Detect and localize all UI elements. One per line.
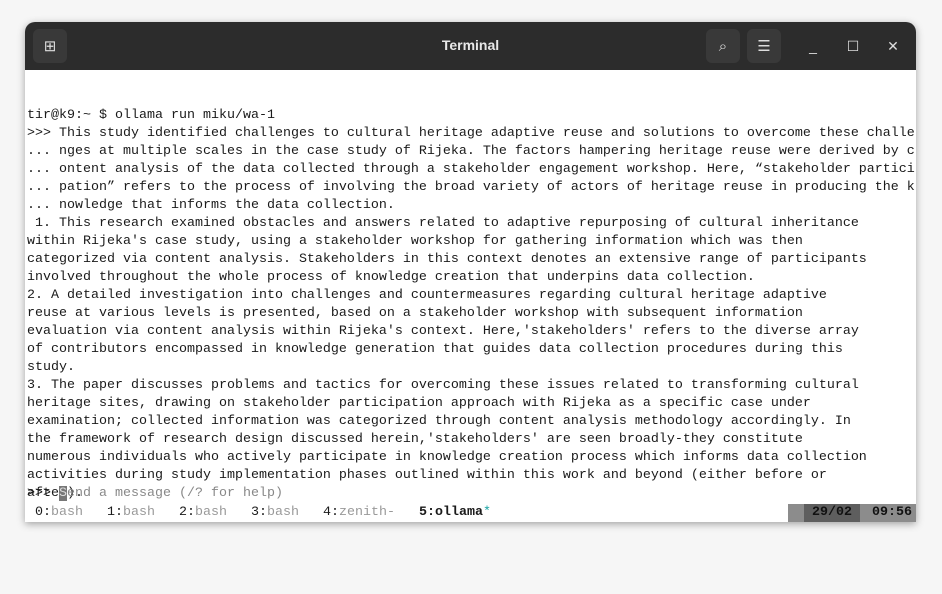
output-line: heritage sites, drawing on stakeholder p… [27, 396, 811, 411]
output-line: examination; collected information was c… [27, 414, 851, 429]
output-line: the framework of research design discuss… [27, 432, 803, 447]
output-line: numerous individuals who actively partic… [27, 450, 867, 465]
terminal-output[interactable]: tir@k9:~ $ ollama run miku/wa-1 >>> This … [27, 71, 916, 522]
tmux-window-tab[interactable]: 5:ollama* [419, 504, 491, 522]
output-line: >>> This study identified challenges to … [27, 126, 915, 141]
active-flag: * [483, 505, 491, 520]
tmux-window-tab[interactable]: 2:bash [179, 504, 227, 522]
search-button[interactable]: ⌕ [706, 29, 740, 63]
tab-label: bash [123, 505, 155, 520]
tmux-window-tab[interactable]: 1:bash [107, 504, 155, 522]
output-line: tir@k9:~ $ ollama run miku/wa-1 [27, 108, 275, 123]
tmux-window-tab[interactable]: 0:bash [35, 504, 83, 522]
minimize-button[interactable]: _ [803, 36, 823, 56]
output-line: ... pation” refers to the process of inv… [27, 180, 915, 195]
input-placeholder: end a message (/? for help) [67, 486, 283, 501]
tab-number: 3: [251, 505, 267, 520]
cursor: S [59, 486, 67, 501]
output-line: 2. A detailed investigation into challen… [27, 288, 827, 303]
maximize-button[interactable]: ☐ [843, 36, 863, 56]
tab-label: bash [195, 505, 227, 520]
tab-number: 2: [179, 505, 195, 520]
output-line: ... nowledge that informs the data colle… [27, 198, 395, 213]
output-line: of contributors encompassed in knowledge… [27, 342, 843, 357]
window-title: Terminal [441, 37, 500, 53]
output-line: reuse at various levels is presented, ba… [27, 306, 803, 321]
tmux-status-bar: 0:bash 1:bash 2:bash 3:bash 4:zenith- 5:ollam… [27, 504, 916, 522]
input-line[interactable]: >>> Send a message (/? for help) [27, 485, 627, 503]
tmux-window-tab[interactable]: 4:zenith- [323, 504, 395, 522]
tmux-window-tab[interactable]: 3:bash [251, 504, 299, 522]
tab-number: 1: [107, 505, 123, 520]
output-line: within Rijeka's case study, using a stak… [27, 234, 803, 249]
output-line: evaluation via content analysis within R… [27, 324, 859, 339]
terminal-window: ⊞ Terminal ⌕ ☰ _ ☐ ✕ tir@k9:~ $ ollama r… [25, 22, 916, 522]
status-time: 09:56 [872, 505, 912, 520]
hamburger-icon: ☰ [757, 38, 771, 55]
close-icon: ✕ [887, 37, 899, 54]
tab-label: bash [267, 505, 299, 520]
output-line: involved throughout the whole process of… [27, 270, 755, 285]
output-line: activities during study implementation p… [27, 468, 827, 483]
status-clock: 29/02 09:56 [788, 504, 916, 522]
input-prompt: >>> [27, 486, 59, 501]
output-lines: tir@k9:~ $ ollama run miku/wa-1 >>> This … [27, 107, 916, 521]
output-line: ... nges at multiple scales in the case … [27, 144, 915, 159]
maximize-icon: ☐ [846, 37, 860, 54]
menu-button[interactable]: ☰ [747, 29, 781, 63]
tab-label: ollama [435, 505, 483, 520]
status-date: 29/02 [804, 504, 860, 522]
tab-number: 4: [323, 505, 339, 520]
tab-label: zenith- [339, 505, 395, 520]
output-line: ... ontent analysis of the data collecte… [27, 162, 915, 177]
output-line: 1. This research examined obstacles and … [27, 216, 859, 231]
search-icon: ⌕ [718, 37, 728, 55]
close-button[interactable]: ✕ [883, 36, 903, 56]
output-line: 3. The paper discusses problems and tact… [27, 378, 859, 393]
title-bar: ⊞ Terminal ⌕ ☰ _ ☐ ✕ [25, 22, 916, 70]
output-line: categorized via content analysis. Stakeh… [27, 252, 867, 267]
tab-number: 5: [419, 505, 435, 520]
output-line: study. [27, 360, 75, 375]
minimize-icon: _ [809, 38, 817, 54]
tab-number: 0: [35, 505, 51, 520]
tab-label: bash [51, 505, 83, 520]
